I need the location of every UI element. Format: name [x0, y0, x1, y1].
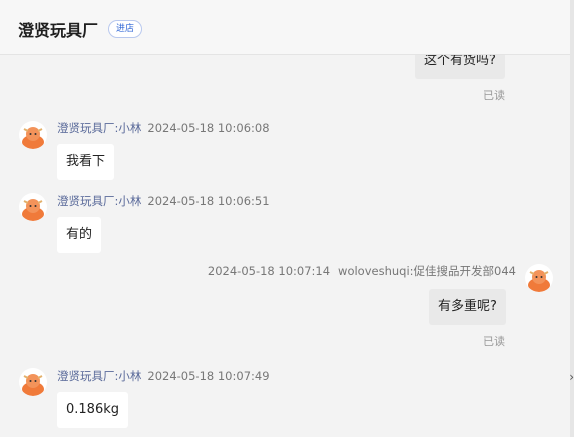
message-list[interactable]: 这个有货吗? 已读 澄贤玩具厂:小林 2024-05-18 10:06:08 我看… — [0, 55, 570, 437]
message-bubble: 有的 — [57, 217, 102, 253]
message-meta: 2024-05-18 10:07:14 woloveshuqi:促佳搜品开发部04… — [208, 263, 516, 279]
sender-name: 澄贤玩具厂:小林 — [57, 369, 142, 383]
chat-header: 澄贤玩具厂 进店 — [0, 0, 574, 55]
cow-mascot-icon — [22, 374, 44, 396]
enter-shop-button[interactable]: 进店 — [108, 20, 143, 38]
sender-name: 澄贤玩具厂:小林 — [57, 194, 142, 208]
sender-name: woloveshuqi:促佳搜品开发部044 — [338, 264, 516, 278]
read-status: 已读 — [483, 89, 505, 102]
seller-avatar[interactable] — [19, 193, 47, 221]
message-time: 2024-05-18 10:06:51 — [147, 194, 270, 208]
seller-avatar[interactable] — [19, 121, 47, 149]
read-status: 已读 — [483, 335, 505, 348]
message-bubble: 我看下 — [57, 144, 115, 180]
message-time: 2024-05-18 10:07:49 — [147, 369, 270, 383]
message-meta: 澄贤玩具厂:小林 2024-05-18 10:06:51 — [57, 193, 270, 209]
cow-mascot-icon — [528, 270, 550, 292]
message-bubble: 这个有货吗? — [415, 55, 505, 79]
buyer-avatar[interactable] — [525, 264, 553, 292]
sender-name: 澄贤玩具厂:小林 — [57, 121, 142, 135]
message-meta: 澄贤玩具厂:小林 2024-05-18 10:06:08 — [57, 120, 270, 136]
cow-mascot-icon — [22, 127, 44, 149]
chevron-right-icon[interactable]: › — [569, 370, 574, 384]
message-bubble: 0.186kg — [57, 392, 128, 428]
message-bubble: 有多重呢? — [429, 289, 506, 325]
shop-title: 澄贤玩具厂 — [18, 21, 99, 40]
message-time: 2024-05-18 10:06:08 — [147, 121, 270, 135]
seller-avatar[interactable] — [19, 368, 47, 396]
cow-mascot-icon — [22, 199, 44, 221]
message-meta: 澄贤玩具厂:小林 2024-05-18 10:07:49 — [57, 368, 270, 384]
message-time: 2024-05-18 10:07:14 — [207, 264, 331, 278]
